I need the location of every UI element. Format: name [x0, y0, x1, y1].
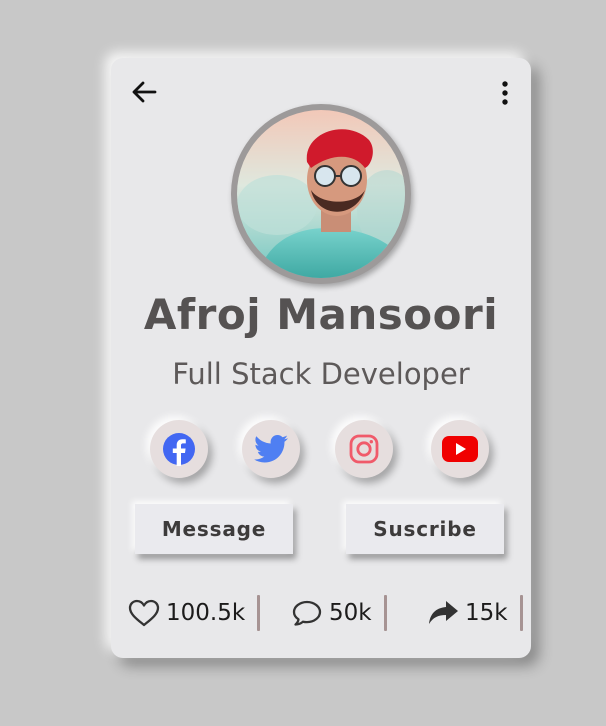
divider [257, 595, 261, 631]
shares-count: 15k [465, 600, 508, 626]
profile-card: Afroj Mansoori Full Stack Developer Mess… [111, 58, 531, 658]
twitter-button[interactable] [242, 420, 300, 478]
profile-role: Full Stack Developer [172, 357, 470, 391]
comments-count: 50k [329, 600, 372, 626]
youtube-button[interactable] [431, 420, 489, 478]
profile-name: Afroj Mansoori [143, 290, 499, 339]
back-arrow-icon[interactable] [131, 80, 157, 104]
message-button[interactable]: Message [135, 504, 293, 554]
divider [519, 595, 523, 631]
comment-icon [292, 600, 322, 626]
shares-stat[interactable]: 15k [427, 594, 523, 632]
youtube-icon [442, 436, 478, 462]
subscribe-button[interactable]: Suscribe [346, 504, 504, 554]
instagram-button[interactable] [335, 420, 393, 478]
heart-icon [128, 599, 160, 627]
instagram-icon [349, 434, 379, 464]
comments-stat[interactable]: 50k [291, 594, 387, 632]
divider [383, 595, 387, 631]
profile-photo [237, 110, 405, 278]
facebook-icon [163, 433, 195, 466]
likes-count: 100.5k [166, 600, 246, 626]
twitter-icon [254, 434, 288, 463]
share-arrow-icon [429, 601, 458, 624]
avatar [231, 104, 411, 284]
more-vertical-icon[interactable] [497, 80, 513, 106]
facebook-button[interactable] [150, 420, 208, 478]
likes-stat[interactable]: 100.5k [128, 594, 261, 632]
